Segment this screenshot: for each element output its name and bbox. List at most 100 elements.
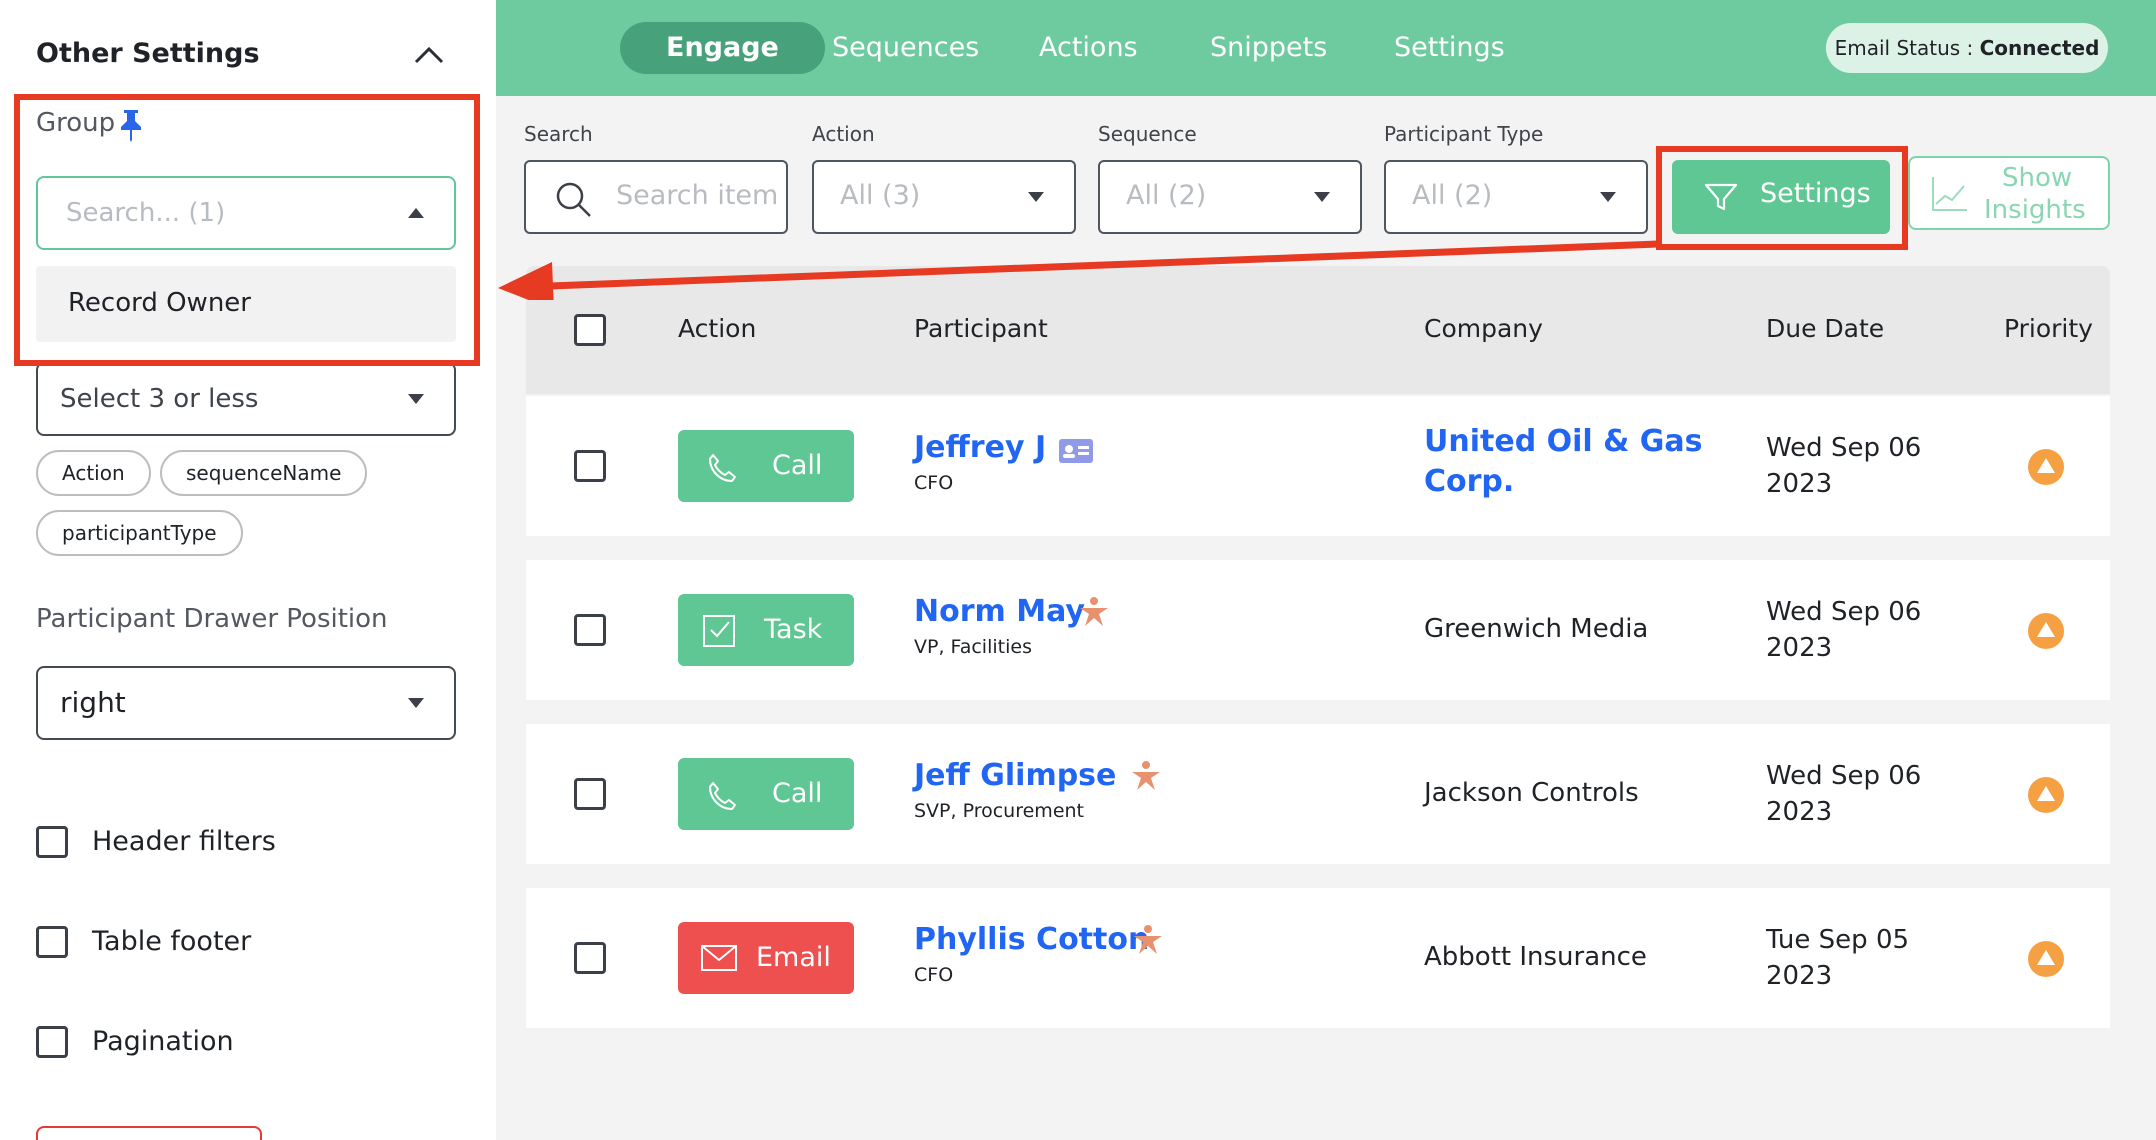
- checkbox[interactable]: [36, 826, 68, 858]
- group-fields-select[interactable]: Select 3 or less: [36, 362, 456, 436]
- tab-snippets[interactable]: Snippets: [1210, 22, 1327, 74]
- search-label: Search: [524, 122, 593, 146]
- participant-name-link[interactable]: Phyllis Cotton: [914, 922, 1149, 957]
- due-date-day: Tue Sep 05: [1766, 925, 1910, 955]
- star-person-icon: [1080, 597, 1108, 626]
- table-footer-label: Table footer: [92, 926, 252, 957]
- chip-participant-type[interactable]: participantType: [36, 510, 243, 556]
- checkbox[interactable]: [36, 1026, 68, 1058]
- insights-label-line1: Show: [2002, 163, 2073, 193]
- participant-name-link[interactable]: Jeff Glimpse: [914, 758, 1116, 793]
- company-link[interactable]: United Oil & Gas Corp.: [1424, 422, 1714, 502]
- contact-card-icon[interactable]: [1058, 438, 1094, 464]
- show-insights-button[interactable]: Show Insights: [1908, 156, 2110, 230]
- phone-icon: [709, 782, 736, 810]
- due-date-year: 2023: [1766, 797, 1833, 827]
- email-button[interactable]: Email: [678, 922, 854, 994]
- tab-engage[interactable]: Engage: [620, 22, 825, 74]
- task-button[interactable]: Task: [678, 594, 854, 666]
- sequence-filter-value: All (2): [1126, 180, 1207, 211]
- due-date: Tue Sep 05 2023: [1766, 922, 1909, 994]
- row-checkbox[interactable]: [574, 614, 606, 646]
- sequence-filter-label: Sequence: [1098, 122, 1197, 146]
- search-placeholder: Search items: [616, 180, 776, 211]
- tab-actions[interactable]: Actions: [1039, 22, 1138, 74]
- chevron-up-icon[interactable]: [412, 38, 446, 72]
- company-name: Abbott Insurance: [1424, 942, 1647, 972]
- column-priority[interactable]: Priority: [2004, 314, 2093, 343]
- select-all-checkbox[interactable]: [574, 314, 606, 346]
- due-date-day: Wed Sep 06: [1766, 761, 1922, 791]
- email-button-label: Email: [756, 942, 831, 973]
- drawer-position-label: Participant Drawer Position: [36, 604, 388, 634]
- call-button[interactable]: Call: [678, 758, 854, 830]
- priority-high-icon: [2028, 941, 2064, 977]
- priority-high-icon: [2028, 449, 2064, 485]
- due-date-year: 2023: [1766, 633, 1833, 663]
- due-date: Wed Sep 06 2023: [1766, 758, 1921, 830]
- due-date: Wed Sep 06 2023: [1766, 430, 1921, 502]
- chip-action[interactable]: Action: [36, 450, 151, 496]
- chip-sequence-name[interactable]: sequenceName: [160, 450, 368, 496]
- drawer-position-value: right: [60, 686, 126, 719]
- due-date-year: 2023: [1766, 961, 1833, 991]
- table-row[interactable]: Call Jeffrey J CFO United Oil & Gas Corp…: [526, 396, 2110, 536]
- due-date-year: 2023: [1766, 469, 1833, 499]
- caret-down-icon: [1028, 192, 1044, 202]
- caret-down-icon: [1314, 192, 1330, 202]
- action-filter-select[interactable]: All (3): [812, 160, 1076, 234]
- call-button[interactable]: Call: [678, 430, 854, 502]
- participant-filter-value: All (2): [1412, 180, 1493, 211]
- column-participant[interactable]: Participant: [914, 314, 1048, 343]
- due-date: Wed Sep 06 2023: [1766, 594, 1921, 666]
- participant-title: SVP, Procurement: [914, 800, 1084, 822]
- due-date-day: Wed Sep 06: [1766, 433, 1922, 463]
- participant-name-link[interactable]: Norm May: [914, 594, 1085, 629]
- action-filter-label: Action: [812, 122, 875, 146]
- phone-icon: [709, 454, 736, 482]
- tab-sequences[interactable]: Sequences: [832, 22, 979, 74]
- column-action[interactable]: Action: [678, 314, 756, 343]
- participant-name-link[interactable]: Jeffrey J: [914, 430, 1046, 465]
- table-row[interactable]: Email Phyllis Cotton CFO Abbott Insuranc…: [526, 888, 2110, 1028]
- email-status-badge: Email Status : Connected: [1826, 23, 2108, 73]
- participant-title: CFO: [914, 472, 954, 494]
- table-row[interactable]: Task Norm May VP, Facilities Greenwich M…: [526, 560, 2110, 700]
- task-checkbox-icon: [703, 615, 735, 647]
- column-company[interactable]: Company: [1424, 314, 1543, 343]
- priority-high-icon: [2028, 777, 2064, 813]
- annotation-highlight-group: [14, 94, 480, 366]
- priority-high-icon: [2028, 613, 2064, 649]
- caret-down-icon: [408, 698, 424, 708]
- star-person-icon: [1132, 761, 1160, 790]
- row-checkbox[interactable]: [574, 778, 606, 810]
- sequence-filter-select[interactable]: All (2): [1098, 160, 1362, 234]
- tab-settings[interactable]: Settings: [1394, 22, 1505, 74]
- row-checkbox[interactable]: [574, 942, 606, 974]
- call-button-label: Call: [772, 450, 823, 481]
- email-status-label: Email Status: [1834, 36, 1961, 60]
- table-row[interactable]: Call Jeff Glimpse SVP, Procurement Jacks…: [526, 724, 2110, 864]
- participant-filter-select[interactable]: All (2): [1384, 160, 1648, 234]
- envelope-icon: [701, 945, 737, 971]
- checkbox[interactable]: [36, 926, 68, 958]
- pagination-label: Pagination: [92, 1026, 234, 1057]
- header-filters-label: Header filters: [92, 826, 276, 857]
- action-filter-value: All (3): [840, 180, 921, 211]
- line-chart-icon: [1932, 177, 1967, 211]
- group-fields-placeholder: Select 3 or less: [60, 384, 259, 414]
- due-date-day: Wed Sep 06: [1766, 597, 1922, 627]
- company-name: Greenwich Media: [1424, 614, 1649, 644]
- panel-title: Other Settings: [36, 38, 260, 69]
- annotation-arrow: [498, 240, 1659, 300]
- caret-down-icon: [1600, 192, 1616, 202]
- row-checkbox[interactable]: [574, 450, 606, 482]
- drawer-position-select[interactable]: right: [36, 666, 456, 740]
- search-icon: [556, 182, 591, 217]
- search-input[interactable]: Search items: [524, 160, 788, 234]
- column-due-date[interactable]: Due Date: [1766, 314, 1884, 343]
- top-nav: Engage Sequences Actions Snippets Settin…: [496, 0, 2156, 96]
- task-button-label: Task: [764, 614, 823, 645]
- panel-action-button[interactable]: [36, 1126, 262, 1140]
- company-name: Jackson Controls: [1424, 778, 1639, 808]
